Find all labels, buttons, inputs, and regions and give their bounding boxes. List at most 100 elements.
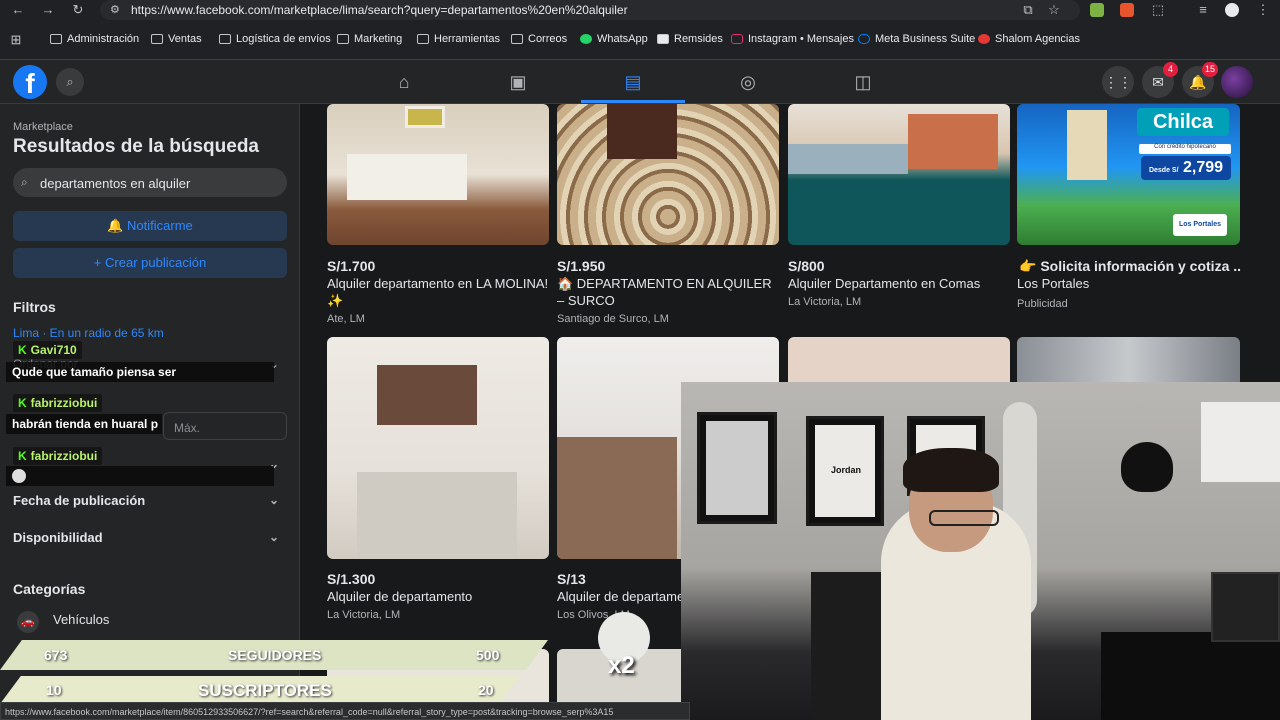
bookmark-remsides[interactable]: Remsides	[657, 33, 723, 45]
browser-menu-icon[interactable]: ⋮	[1255, 2, 1271, 18]
avatar[interactable]	[1221, 66, 1253, 98]
subscribers-goal: 20	[478, 682, 494, 698]
meta-icon	[858, 34, 870, 44]
facebook-header: f ⌕ ⌂ ▣ ▤ ◎ ◫ ⋮⋮ ✉ 4 🔔 15	[0, 60, 1280, 104]
back-icon[interactable]: ←	[10, 2, 26, 18]
listing-title[interactable]: 🏠 DEPARTAMENTO EN ALQUILER – SURCO	[557, 275, 779, 309]
ad-photo[interactable]: Chilca Con crédito hipotecario Desde S/ …	[1017, 104, 1240, 245]
apps-grid-icon[interactable]: ⊞	[8, 32, 24, 48]
bookmark-star-icon[interactable]: ☆	[1046, 2, 1062, 18]
wall-poster	[697, 412, 777, 524]
bookmark-herramientas[interactable]: Herramientas	[417, 33, 500, 45]
notifications-icon[interactable]: 🔔 15	[1182, 62, 1218, 98]
remsides-icon	[657, 34, 669, 44]
groups-icon[interactable]: ◎	[696, 66, 800, 98]
video-icon[interactable]: ▣	[466, 66, 570, 98]
folder-icon	[337, 34, 349, 44]
listing-photo[interactable]	[788, 104, 1010, 245]
listing-photo[interactable]	[788, 337, 1010, 387]
shalom-icon	[978, 34, 990, 44]
listing-price[interactable]: S/1.950	[557, 258, 605, 274]
listing-title[interactable]: Alquiler Departamento en Comas	[788, 275, 1010, 292]
listing-title[interactable]: Alquiler departamento en LA MOLINA! ✨	[327, 275, 549, 309]
notifications-badge: 15	[1201, 62, 1218, 77]
categories-heading: Categorías	[13, 581, 86, 597]
chat-message	[6, 466, 274, 486]
folder-icon	[151, 34, 163, 44]
chat-username: K Gavi710	[13, 341, 82, 359]
listing-title[interactable]: Alquiler de departamento	[327, 588, 472, 605]
desk-shape	[1101, 632, 1280, 720]
browser-toolbar: ← → ↻ ⚙ https://www.facebook.com/marketp…	[0, 0, 1280, 20]
profile-icon[interactable]	[1225, 3, 1239, 17]
listing-price[interactable]: S/13	[557, 571, 586, 587]
chevron-down-icon: ⌄	[268, 530, 279, 544]
max-price-input[interactable]: Máx.	[163, 412, 287, 440]
folder-icon	[50, 34, 62, 44]
marketplace-icon[interactable]: ▤	[581, 66, 685, 98]
bookmark-meta-business[interactable]: Meta Business Suite	[858, 33, 975, 45]
listing-photo[interactable]	[327, 337, 549, 559]
forward-icon[interactable]: →	[40, 2, 56, 18]
gaming-icon[interactable]: ◫	[811, 66, 915, 98]
listing-photo[interactable]	[1017, 337, 1240, 387]
bookmark-whatsapp[interactable]: WhatsApp	[580, 33, 648, 45]
address-text[interactable]: https://www.facebook.com/marketplace/lim…	[131, 3, 628, 17]
search-icon: ⌕	[21, 175, 28, 189]
listing-location: Santiago de Surco, LM	[557, 313, 669, 325]
door-shape	[607, 104, 677, 159]
listing-photo[interactable]	[557, 104, 779, 245]
ad-advertiser[interactable]: Los Portales	[1017, 275, 1089, 292]
listing-photo[interactable]	[327, 104, 549, 245]
search-icon[interactable]: ⌕	[56, 68, 84, 96]
bookmark-ventas[interactable]: Ventas	[151, 33, 202, 45]
listing-price[interactable]: S/800	[788, 258, 825, 274]
facebook-logo[interactable]: f	[13, 65, 47, 99]
extension-icon[interactable]	[1120, 3, 1134, 17]
cat-emote-icon	[12, 469, 26, 483]
menu-grid-icon[interactable]: ⋮⋮	[1102, 66, 1134, 98]
date-filter-dropdown[interactable]: Fecha de publicación ⌄	[13, 493, 287, 508]
monitor-shape	[1211, 572, 1280, 642]
create-listing-button[interactable]: + Crear publicación	[13, 248, 287, 278]
extension-sheets-icon[interactable]	[1090, 3, 1104, 17]
webcam-overlay: Jordan	[681, 382, 1280, 720]
notify-button[interactable]: 🔔 Notificarme	[13, 211, 287, 241]
listing-price[interactable]: S/1.300	[327, 571, 375, 587]
category-vehicles[interactable]: Vehículos	[53, 612, 327, 627]
messenger-badge: 4	[1163, 62, 1178, 77]
cabinet-shape	[377, 365, 477, 425]
bookmark-shalom[interactable]: Shalom Agencias	[978, 33, 1080, 45]
reading-list-icon[interactable]: ≡	[1195, 2, 1211, 18]
home-icon[interactable]: ⌂	[352, 66, 456, 98]
subscribers-label: SUSCRIPTORES	[198, 681, 332, 700]
listing-title[interactable]: Alquiler de departame	[557, 588, 684, 605]
filters-heading: Filtros	[13, 299, 56, 315]
extensions-puzzle-icon[interactable]: ⬚	[1150, 2, 1166, 18]
counter-shape	[557, 437, 677, 559]
site-info-icon[interactable]: ⚙	[110, 3, 120, 16]
availability-dropdown[interactable]: Disponibilidad ⌄	[13, 530, 287, 545]
ad-logo: Los Portales	[1173, 214, 1227, 236]
bookmark-correos[interactable]: Correos	[511, 33, 567, 45]
sidebar-breadcrumb[interactable]: Marketplace	[13, 121, 73, 133]
listing-price[interactable]: S/1.700	[327, 258, 375, 274]
bookmark-logistica[interactable]: Logística de envíos	[219, 33, 331, 45]
ad-price-box: Desde S/ 2,799	[1141, 156, 1231, 180]
ad-headline[interactable]: 👉 Solicita información y cotiza ...	[1019, 258, 1241, 275]
bookmark-marketing[interactable]: Marketing	[337, 33, 402, 45]
messenger-icon[interactable]: ✉ 4	[1142, 62, 1178, 98]
subscribers-goal-bar: 10 SUSCRIPTORES 20	[0, 676, 520, 704]
ad-brand: Chilca	[1137, 108, 1229, 136]
bookmark-administracion[interactable]: Administración	[50, 33, 139, 45]
bookmark-instagram[interactable]: Instagram • Mensajes	[731, 33, 854, 45]
link-preview-status: https://www.facebook.com/marketplace/ite…	[0, 702, 690, 720]
listing-location: La Victoria, LM	[327, 609, 401, 621]
location-filter-link[interactable]: Lima · En un radio de 65 km	[13, 326, 164, 340]
cap-shape	[1121, 442, 1173, 492]
reload-icon[interactable]: ↻	[70, 2, 86, 18]
search-input-value[interactable]: departamentos en alquiler	[40, 176, 190, 191]
wall-poster: Jordan	[806, 416, 884, 526]
chat-message: Qude que tamaño piensa ser	[6, 362, 274, 382]
install-icon[interactable]: ⧉	[1020, 2, 1036, 18]
